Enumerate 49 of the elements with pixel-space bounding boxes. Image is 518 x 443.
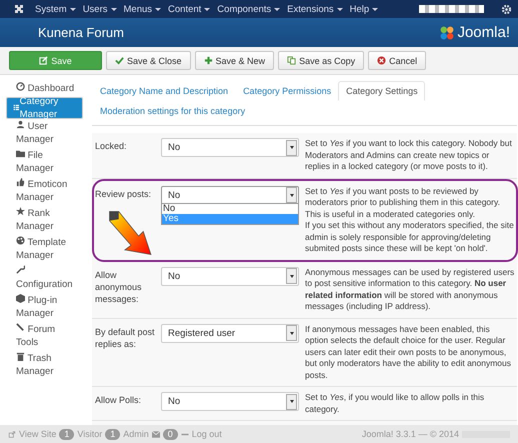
toolbar-button[interactable]: Save as Copy <box>278 51 364 70</box>
sidebar-item[interactable]: Dashboard <box>6 81 83 97</box>
field-label: Allow Polls: <box>95 394 142 406</box>
count-badge: 1 <box>59 428 74 440</box>
menu-item[interactable]: System <box>35 4 76 14</box>
tab[interactable]: Category Name and Description <box>92 81 236 101</box>
page-title: Kunena Forum <box>38 25 124 40</box>
menu-item[interactable]: Extensions <box>287 4 343 14</box>
select-field[interactable]: No <box>161 186 299 204</box>
field-description: Set to Yes if you want posts to be reviewed by moderators prior to publishing them in this category. This is useful in a moderated categories only. If you set this without any moderators specified, the site admin is solely responsible for approving/deleting submited posts since these will be kept 'on hold'. <box>305 186 515 254</box>
version-text: Joomla! 3.3.1 — © 2014 <box>362 429 459 439</box>
sidebar-item[interactable]: Rank Manager <box>6 206 83 235</box>
menu-item[interactable]: Menus <box>124 4 162 14</box>
select-field[interactable]: Registered user <box>161 324 299 342</box>
sidebar-item[interactable]: Trash Manager <box>6 351 83 380</box>
sidebar-item[interactable]: Forum Tools <box>6 322 83 351</box>
tab[interactable]: Category Settings <box>338 81 425 101</box>
sidebar-item[interactable]: Plug-in Manager <box>6 293 83 322</box>
toolbar-button[interactable]: Save & New <box>194 51 274 70</box>
sidebar-item[interactable]: Configuration <box>6 264 83 293</box>
sidebar-item[interactable]: Emoticon Manager <box>6 177 83 206</box>
field-description: If anonymous messages have been enabled, this option selects the default choice for the user. Regular users can later edit their own posts to be anonymous, but only moderators have the ability to edit anonymous posts. <box>305 324 512 381</box>
sidebar-item[interactable]: User Manager <box>6 119 83 148</box>
select-field[interactable]: No <box>161 138 299 157</box>
field-description: Anonymous messages can be used by registered users to post sensitive information to this category. No user related information will be stored with anonymous messages (including IP address). <box>305 266 515 312</box>
menu-item[interactable]: Content <box>168 4 210 14</box>
field-label: Review posts: <box>95 188 152 200</box>
dropdown-option[interactable]: No <box>162 204 298 214</box>
visitor-label: Visitor <box>77 429 102 439</box>
count-badge: 1 <box>105 428 120 440</box>
field-label: Allow anonymous messages: <box>95 268 143 304</box>
menu-item[interactable]: Help <box>350 4 378 14</box>
toolbar-button[interactable]: Cancel <box>368 51 426 70</box>
field-description: Set to Yes if you want to lock this category. Nobody but Moderators and Admins can create new topics or replies in a locked category (or move posts to it). <box>305 138 513 172</box>
tab[interactable]: Category Permissions <box>235 81 338 101</box>
field-label: Locked: <box>95 140 128 152</box>
select-field[interactable]: No <box>161 266 299 286</box>
tab[interactable]: Moderation settings for this category <box>92 101 252 121</box>
sidebar-item[interactable]: Template Manager <box>6 235 83 264</box>
sidebar-item[interactable]: Category Manager <box>6 97 83 119</box>
field-description: Set to Yes, if you would like to allow polls in this category. <box>305 392 486 415</box>
field-label: By default post replies as: <box>95 326 155 350</box>
select-field[interactable]: No <box>161 392 299 411</box>
toolbar-button[interactable]: Save & Close <box>106 51 191 70</box>
menu-item[interactable]: Users <box>82 4 116 14</box>
logo-text: Joomla! <box>457 24 510 41</box>
menu-item[interactable]: Components <box>217 4 280 14</box>
sidebar-item[interactable]: File Manager <box>6 148 83 177</box>
admin-label: Admin <box>123 429 149 439</box>
